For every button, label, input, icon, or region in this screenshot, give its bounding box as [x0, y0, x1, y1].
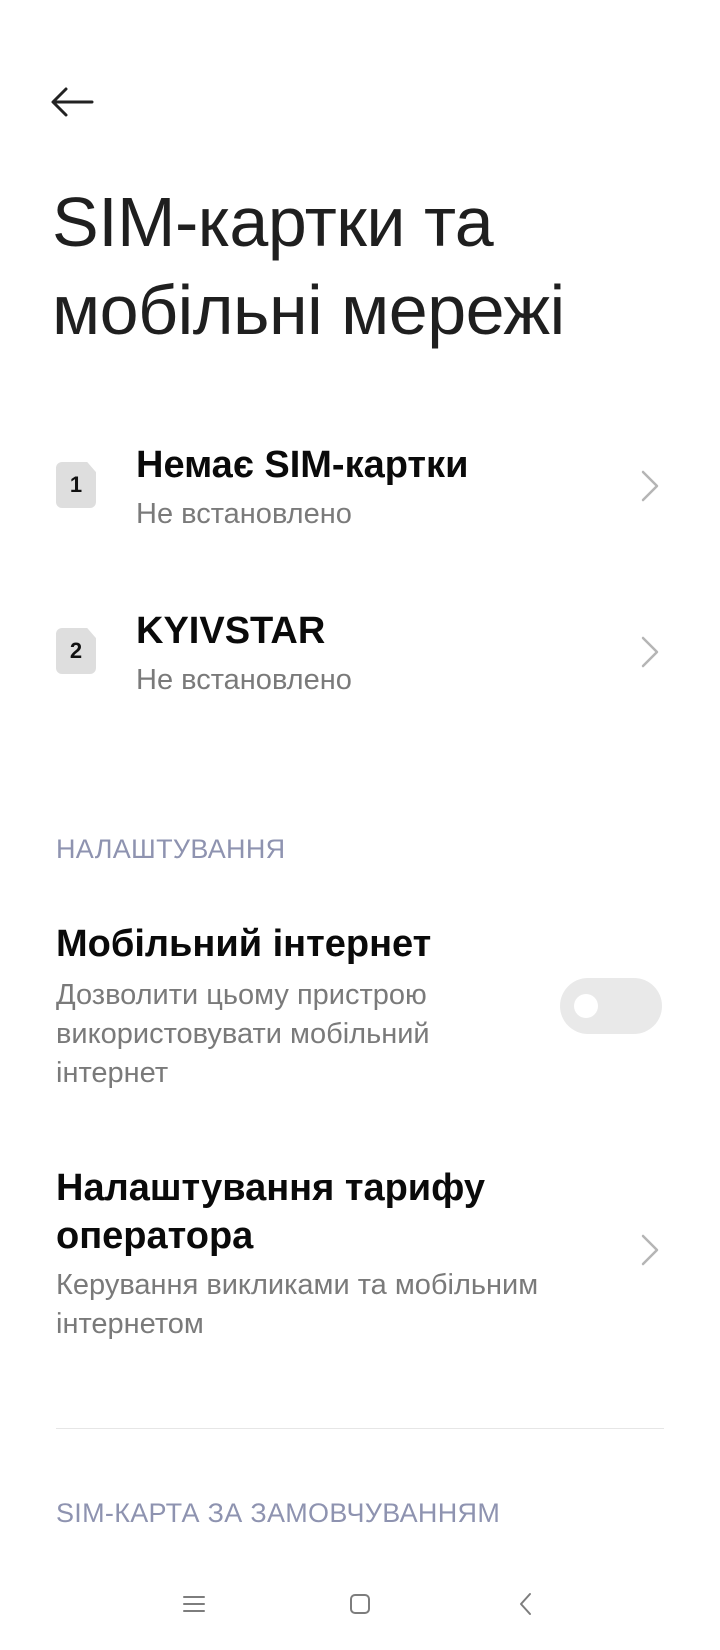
- chevron-right-icon: [641, 636, 659, 668]
- sim-slot-2-name: KYIVSTAR: [136, 610, 326, 652]
- default-sim-section-header: SIM-КАРТА ЗА ЗАМОВЧУВАННЯМ: [56, 1498, 501, 1528]
- back-nav-button[interactable]: [506, 1586, 546, 1622]
- back-button[interactable]: [50, 78, 110, 126]
- page-title-line1: SIM-картки та: [52, 183, 494, 261]
- system-navigation-bar: [0, 1574, 720, 1634]
- mobile-internet-toggle[interactable]: [560, 978, 662, 1034]
- sim-card-icon: 1: [56, 462, 96, 508]
- recent-apps-button[interactable]: [174, 1586, 214, 1622]
- sim-slot-1-row[interactable]: 1 Немає SIM-картки Не встановлено: [0, 426, 720, 546]
- settings-section-header: НАЛАШТУВАННЯ: [56, 834, 286, 864]
- toggle-knob: [574, 994, 598, 1018]
- mobile-internet-title: Мобільний інтернет: [56, 923, 432, 965]
- section-divider: [56, 1428, 664, 1429]
- mobile-internet-description: Дозволити цьому пристрою використовувати…: [56, 979, 430, 1089]
- page-title: SIM-картки та мобільні мережі: [52, 178, 692, 354]
- arrow-left-icon: [51, 87, 94, 117]
- home-button[interactable]: [340, 1586, 380, 1622]
- home-icon: [350, 1594, 370, 1614]
- chevron-right-icon: [641, 1234, 659, 1266]
- sim-slot-number: 2: [69, 638, 83, 663]
- chevron-right-icon: [641, 470, 659, 502]
- page-title-line2: мобільні мережі: [52, 271, 565, 349]
- tariff-settings-title: Налаштування тарифу оператора: [56, 1167, 486, 1257]
- sim-settings-screen: SIM-картки та мобільні мережі 1 Немає SI…: [0, 0, 720, 1650]
- sim-slot-number: 1: [69, 472, 83, 497]
- sim-card-icon: 2: [56, 628, 96, 674]
- sim-slot-2-row[interactable]: 2 KYIVSTAR Не встановлено: [0, 592, 720, 712]
- sim-slot-2-status: Не встановлено: [136, 664, 352, 696]
- sim-slot-1-name: Немає SIM-картки: [136, 444, 469, 486]
- back-chevron-icon: [520, 1593, 531, 1615]
- tariff-settings-description: Керування викликами та мобільним інтерне…: [56, 1269, 539, 1340]
- menu-icon: [183, 1596, 205, 1612]
- sim-slot-1-status: Не встановлено: [136, 498, 352, 530]
